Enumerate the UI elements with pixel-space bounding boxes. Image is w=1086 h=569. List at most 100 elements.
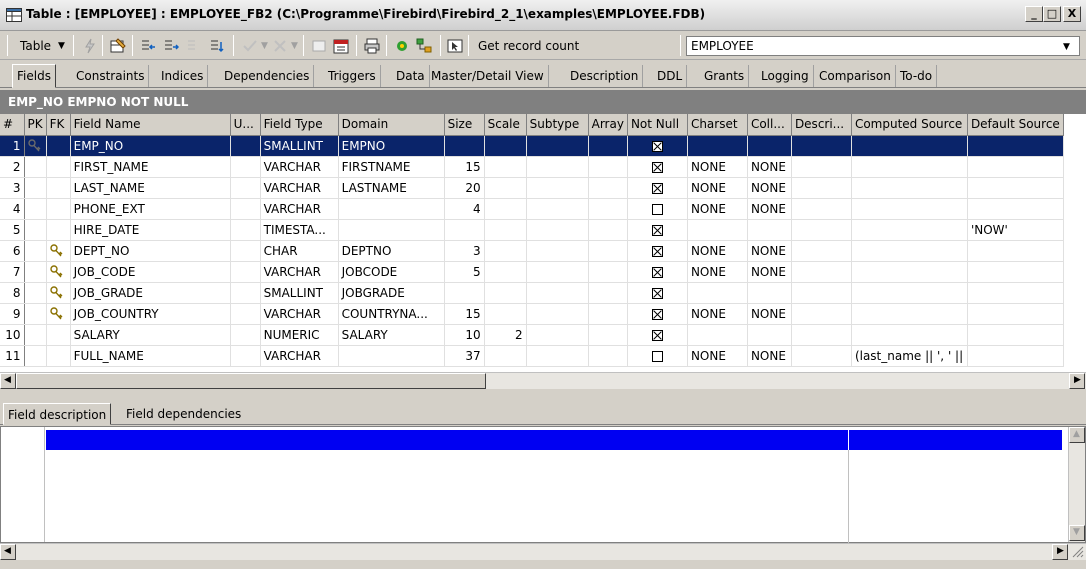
scroll-left-button[interactable]: ◀ [0,544,16,560]
description-cell[interactable] [791,282,852,304]
row-number[interactable]: 2 [0,156,25,178]
field-name-cell[interactable]: PHONE_EXT [70,198,231,220]
size-cell[interactable] [444,282,485,304]
pk-cell[interactable] [24,198,47,220]
field-name-cell[interactable]: JOB_CODE [70,261,231,283]
subtype-cell[interactable] [526,324,589,346]
field-type-cell[interactable]: SMALLINT [260,135,339,157]
not-null-checkbox[interactable] [651,266,663,278]
size-cell[interactable]: 4 [444,198,485,220]
column-header[interactable]: Charset [687,114,748,136]
table-row[interactable]: 1 EMP_NO SMALLINT EMPNO [0,135,1064,157]
charset-cell[interactable] [687,324,748,346]
row-number[interactable]: 1 [0,135,25,157]
not-null-cell[interactable] [627,282,688,304]
domain-cell[interactable]: SALARY [338,324,445,346]
column-header[interactable]: Field Name [70,114,231,136]
tab-constraints[interactable]: Constraints [72,65,150,87]
default-source-cell[interactable] [967,198,1064,220]
grid-icon[interactable] [311,38,327,54]
default-source-cell[interactable] [967,324,1064,346]
domain-cell[interactable] [338,345,445,367]
domain-cell[interactable]: DEPTNO [338,240,445,262]
collation-cell[interactable]: NONE [747,303,792,325]
rollback-icon[interactable] [272,38,288,54]
domain-cell[interactable]: LASTNAME [338,177,445,199]
subtype-cell[interactable] [526,198,589,220]
print-icon[interactable] [364,38,380,54]
array-cell[interactable] [588,324,628,346]
description-cell[interactable] [791,198,852,220]
chevron-down-icon[interactable]: ▼ [261,41,268,51]
size-cell[interactable]: 20 [444,177,485,199]
array-cell[interactable] [588,303,628,325]
remove-field-icon[interactable] [186,38,202,54]
table-selector-dropdown[interactable]: EMPLOYEE ▼ [686,36,1080,56]
scroll-right-button[interactable]: ▶ [1052,544,1068,560]
unique-cell[interactable] [230,219,261,241]
column-header[interactable]: # [0,114,25,136]
charset-cell[interactable]: NONE [687,345,748,367]
not-null-checkbox[interactable] [651,140,663,152]
description-cell[interactable] [791,135,852,157]
not-null-cell[interactable] [627,324,688,346]
column-header[interactable]: Field Type [260,114,339,136]
table-row[interactable]: 8 JOB_GRADE SMALLINT JOBGRADE [0,282,1064,304]
subtype-cell[interactable] [526,240,589,262]
field-name-cell[interactable]: DEPT_NO [70,240,231,262]
computed-source-cell[interactable]: (last_name || ', ' || [851,345,968,367]
collation-cell[interactable]: NONE [747,240,792,262]
not-null-cell[interactable] [627,303,688,325]
charset-cell[interactable]: NONE [687,156,748,178]
scale-cell[interactable]: 2 [484,324,527,346]
field-name-cell[interactable]: JOB_GRADE [70,282,231,304]
description-cell[interactable] [791,219,852,241]
edit-table-icon[interactable] [110,38,126,54]
field-name-cell[interactable]: JOB_COUNTRY [70,303,231,325]
tab-to-do[interactable]: To-do [896,65,938,87]
computed-source-cell[interactable] [851,135,968,157]
size-cell[interactable]: 15 [444,303,485,325]
field-type-cell[interactable]: NUMERIC [260,324,339,346]
collation-cell[interactable]: NONE [747,156,792,178]
tab-indices[interactable]: Indices [157,65,209,87]
scroll-right-button[interactable]: ▶ [1069,373,1085,389]
default-source-cell[interactable] [967,303,1064,325]
scroll-up-button[interactable]: ▲ [1069,427,1085,443]
not-null-checkbox[interactable] [651,203,663,215]
unique-cell[interactable] [230,261,261,283]
chevron-down-icon[interactable]: ▼ [291,41,298,51]
pk-cell[interactable] [24,345,47,367]
field-type-cell[interactable]: VARCHAR [260,303,339,325]
tab-dependencies[interactable]: Dependencies [220,65,315,87]
not-null-cell[interactable] [627,219,688,241]
tab-field-description[interactable]: Field description [3,403,112,425]
charset-cell[interactable]: NONE [687,303,748,325]
scroll-down-button[interactable]: ▼ [1069,525,1085,541]
tab-logging[interactable]: Logging [757,65,814,87]
pk-cell[interactable] [24,177,47,199]
chevron-down-icon[interactable]: ▼ [58,41,65,51]
pk-cell[interactable] [24,240,47,262]
size-cell[interactable]: 3 [444,240,485,262]
field-name-cell[interactable]: FIRST_NAME [70,156,231,178]
column-header[interactable]: PK [24,114,47,136]
domain-cell[interactable]: FIRSTNAME [338,156,445,178]
size-cell[interactable] [444,219,485,241]
computed-source-cell[interactable] [851,261,968,283]
default-source-cell[interactable] [967,177,1064,199]
collation-cell[interactable] [747,219,792,241]
field-type-cell[interactable]: TIMESTA... [260,219,339,241]
column-header[interactable]: Not Null [627,114,688,136]
unique-cell[interactable] [230,303,261,325]
column-header[interactable]: Default Source [967,114,1064,136]
not-null-checkbox[interactable] [651,350,663,362]
calendar-icon[interactable] [333,38,349,54]
fk-cell[interactable] [46,135,71,157]
pk-cell[interactable] [24,219,47,241]
column-header[interactable]: Domain [338,114,445,136]
charset-cell[interactable]: NONE [687,177,748,199]
not-null-cell[interactable] [627,345,688,367]
unique-cell[interactable] [230,135,261,157]
column-header[interactable]: Descri... [791,114,852,136]
